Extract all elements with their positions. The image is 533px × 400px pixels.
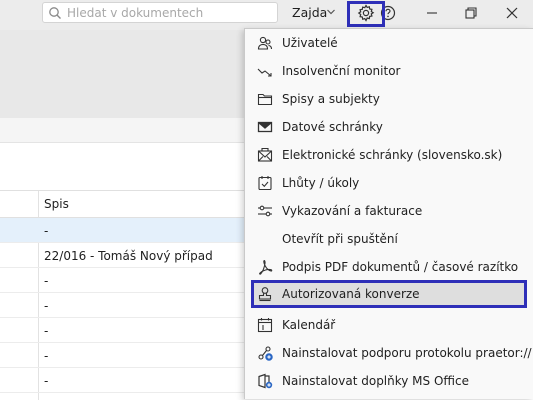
menu-item-label: Vykazování a fakturace xyxy=(282,204,423,218)
menu-item-label: Uživatelé xyxy=(282,36,338,50)
menu-item-label: Datové schránky xyxy=(282,120,383,134)
menu-item-users[interactable]: Uživatelé xyxy=(251,29,527,57)
calendar-icon xyxy=(256,316,274,334)
cell-spis: - xyxy=(44,349,49,363)
menu-item-label: Nainstalovat podporu protokolu praetor:/… xyxy=(282,346,532,360)
menu-item-label: Podpis PDF dokumentů / časové razítko xyxy=(282,260,519,274)
pdf-icon xyxy=(256,258,274,276)
settings-menu: Uživatelé Insolvenční monitor Spisy a su… xyxy=(244,28,533,399)
users-icon xyxy=(256,34,274,52)
menu-item-label: Spisy a subjekty xyxy=(282,92,380,106)
settings-button[interactable] xyxy=(347,1,385,27)
search-box[interactable] xyxy=(42,2,278,23)
search-input[interactable] xyxy=(67,5,267,20)
column-header-spis[interactable]: Spis xyxy=(44,197,69,211)
menu-item-label: Lhůty / úkoly xyxy=(282,176,360,190)
task-icon xyxy=(256,174,274,192)
office-icon xyxy=(256,372,274,390)
cell-spis: - xyxy=(44,274,49,288)
sliders-icon xyxy=(256,202,274,220)
menu-item-electronic-boxes[interactable]: Elektronické schránky (slovensko.sk) xyxy=(251,141,527,169)
protocol-icon xyxy=(256,344,274,362)
minimize-icon[interactable] xyxy=(423,4,441,22)
cell-spis: - xyxy=(44,224,49,238)
menu-item-install-ms-office[interactable]: Nainstalovat doplňky MS Office xyxy=(251,367,527,395)
close-icon[interactable] xyxy=(503,4,521,22)
menu-item-label: Insolvenční monitor xyxy=(282,64,401,78)
cell-spis: - xyxy=(44,299,49,313)
stamp-icon xyxy=(256,285,274,303)
menu-item-label: Kalendář xyxy=(282,318,336,332)
menu-item-label: Autorizovaná konverze xyxy=(282,287,420,301)
envelope-icon xyxy=(256,146,274,164)
chevron-down-icon[interactable] xyxy=(326,6,336,16)
menu-item-deadlines-tasks[interactable]: Lhůty / úkoly xyxy=(251,169,527,197)
menu-item-open-on-startup[interactable]: Otevřít při spuštění xyxy=(251,225,527,253)
search-icon xyxy=(48,6,62,20)
menu-item-label: Nainstalovat doplňky MS Office xyxy=(282,374,469,388)
trend-icon xyxy=(256,62,274,80)
menu-item-reporting-invoicing[interactable]: Vykazování a fakturace xyxy=(251,197,527,225)
menu-item-files-subjects[interactable]: Spisy a subjekty xyxy=(251,85,527,113)
menu-item-data-boxes[interactable]: Datové schránky xyxy=(251,113,527,141)
folder-icon xyxy=(256,90,274,108)
cell-spis: - xyxy=(44,374,49,388)
cell-spis: - xyxy=(44,324,49,338)
menu-item-authorized-conversion[interactable]: Autorizovaná konverze xyxy=(251,280,527,308)
user-menu[interactable]: Zajda xyxy=(292,5,327,20)
menu-item-pdf-signature[interactable]: Podpis PDF dokumentů / časové razítko xyxy=(251,253,527,281)
gear-icon xyxy=(357,3,375,25)
title-bar: Zajda xyxy=(0,0,533,30)
cell-spis: 22/016 - Tomáš Nový případ xyxy=(44,249,213,263)
menu-item-calendar[interactable]: Kalendář xyxy=(251,311,527,339)
mailbox-icon xyxy=(256,118,274,136)
menu-item-label: Otevřít při spuštění xyxy=(282,232,398,246)
menu-item-label: Elektronické schránky (slovensko.sk) xyxy=(282,148,503,162)
menu-item-insolvency-monitor[interactable]: Insolvenční monitor xyxy=(251,57,527,85)
restore-icon[interactable] xyxy=(462,4,480,22)
menu-item-install-protocol[interactable]: Nainstalovat podporu protokolu praetor:/… xyxy=(251,339,532,367)
